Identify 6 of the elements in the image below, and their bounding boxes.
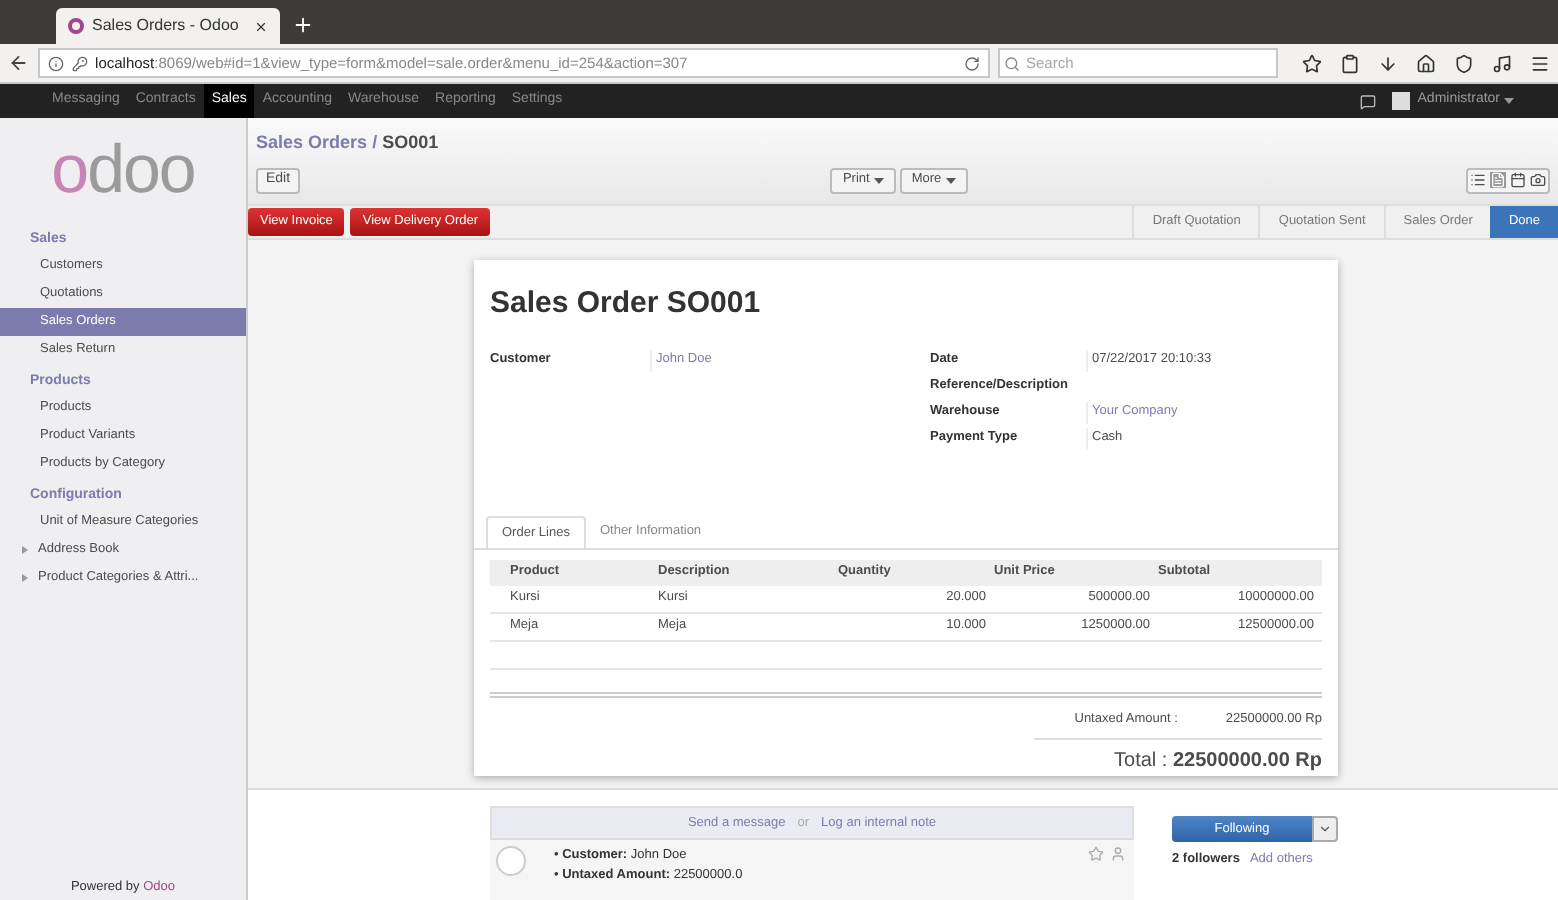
odoo-logo: odoo [51, 136, 195, 204]
breadcrumb: Sales Orders / SO001 [256, 130, 441, 156]
browser-tab[interactable]: Sales Orders - Odoo [56, 8, 280, 44]
total-text: Total : 22500000.00 Rp [1114, 747, 1322, 776]
breadcrumb-link[interactable]: Sales Orders [256, 132, 368, 152]
form-title: Sales Order SO001 [488, 283, 763, 324]
